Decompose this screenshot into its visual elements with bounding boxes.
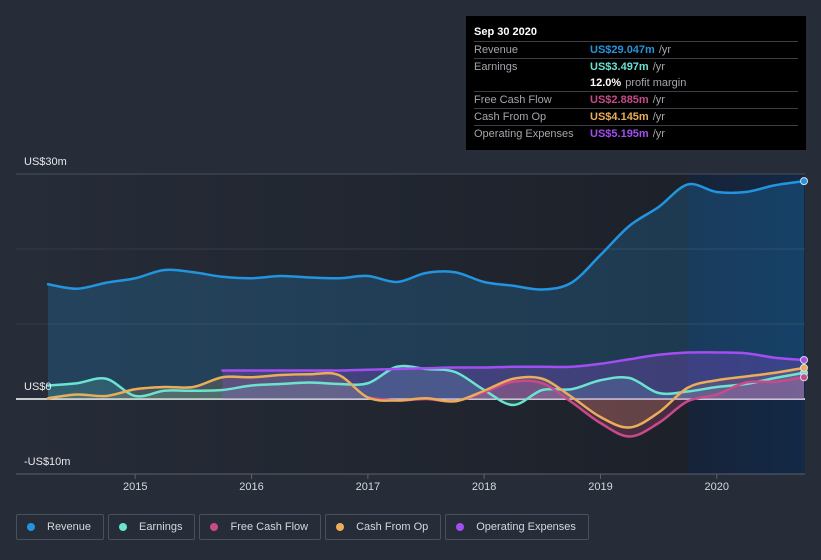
legend-item-cash-from-op[interactable]: Cash From Op [325, 514, 442, 540]
tooltip-value: US$2.885m [590, 94, 649, 106]
x-tick-label: 2015 [122, 481, 148, 493]
tooltip-unit: profit margin [625, 77, 687, 89]
y-tick-label-top: US$30m [24, 156, 67, 168]
x-tick-label: 2018 [471, 481, 497, 493]
cash-from-op-dot-icon [336, 523, 345, 531]
tooltip-label: Operating Expenses [474, 128, 574, 140]
legend-label: Revenue [47, 521, 92, 533]
legend-item-revenue[interactable]: Revenue [16, 514, 105, 540]
operating-expenses-endpoint-marker [800, 356, 808, 364]
tooltip-label [474, 75, 590, 91]
tooltip-row-earnings: Earnings US$3.497m /yr [474, 59, 798, 75]
tooltip-row-operating-expenses: Operating Expenses US$5.195m /yr [474, 126, 798, 142]
tooltip-value: US$29.047m [590, 44, 655, 56]
legend-label: Operating Expenses [476, 521, 576, 533]
tooltip-unit: /yr [652, 111, 665, 123]
legend-label: Earnings [139, 521, 183, 533]
legend-label: Free Cash Flow [230, 521, 309, 533]
tooltip-row-revenue: Revenue US$29.047m /yr [474, 42, 798, 59]
tooltip-row-free-cash-flow: Free Cash Flow US$2.885m /yr [474, 92, 798, 109]
tooltip-date: Sep 30 2020 [474, 24, 798, 42]
tooltip-unit: /yr [652, 94, 665, 106]
legend-item-earnings[interactable]: Earnings [108, 514, 196, 540]
tooltip-unit: /yr [652, 128, 665, 140]
data-tooltip: Sep 30 2020 Revenue US$29.047m /yr Earni… [466, 16, 806, 150]
tooltip-label: Earnings [474, 61, 518, 73]
revenue-dot-icon [27, 523, 35, 531]
x-tick-label: 2016 [239, 481, 264, 493]
y-tick-label-zero: US$0 [24, 381, 52, 393]
legend-item-free-cash-flow[interactable]: Free Cash Flow [199, 514, 322, 540]
x-tick-label: 2017 [355, 481, 381, 493]
tooltip-unit: /yr [658, 44, 672, 56]
tooltip-row-profit-margin: 12.0% profit margin [474, 75, 798, 92]
chart-legend: Revenue Earnings Free Cash Flow Cash Fro… [16, 514, 589, 540]
tooltip-value: 12.0% [590, 77, 622, 89]
tooltip-label: Cash From Op [474, 111, 547, 123]
x-tick-label: 2019 [588, 481, 613, 493]
earnings-dot-icon [119, 523, 128, 531]
tooltip-value: US$5.195m [590, 128, 649, 140]
tooltip-label: Free Cash Flow [474, 94, 552, 106]
operating-expenses-dot-icon [456, 523, 465, 531]
tooltip-value: US$4.145m [590, 111, 649, 123]
tooltip-value: US$3.497m [590, 61, 649, 73]
revenue-endpoint-marker [800, 177, 808, 186]
free-cash-flow-dot-icon [210, 523, 219, 531]
y-tick-label-bottom: -US$10m [24, 456, 71, 468]
x-tick-label: 2020 [704, 481, 730, 493]
tooltip-row-cash-from-op: Cash From Op US$4.145m /yr [474, 109, 798, 126]
legend-label: Cash From Op [356, 521, 429, 533]
free-cash-flow-endpoint-marker [800, 373, 808, 382]
cash-from-op-endpoint-marker [800, 363, 808, 372]
tooltip-label: Revenue [474, 44, 519, 56]
legend-item-operating-expenses[interactable]: Operating Expenses [445, 514, 589, 540]
tooltip-unit: /yr [652, 61, 665, 73]
